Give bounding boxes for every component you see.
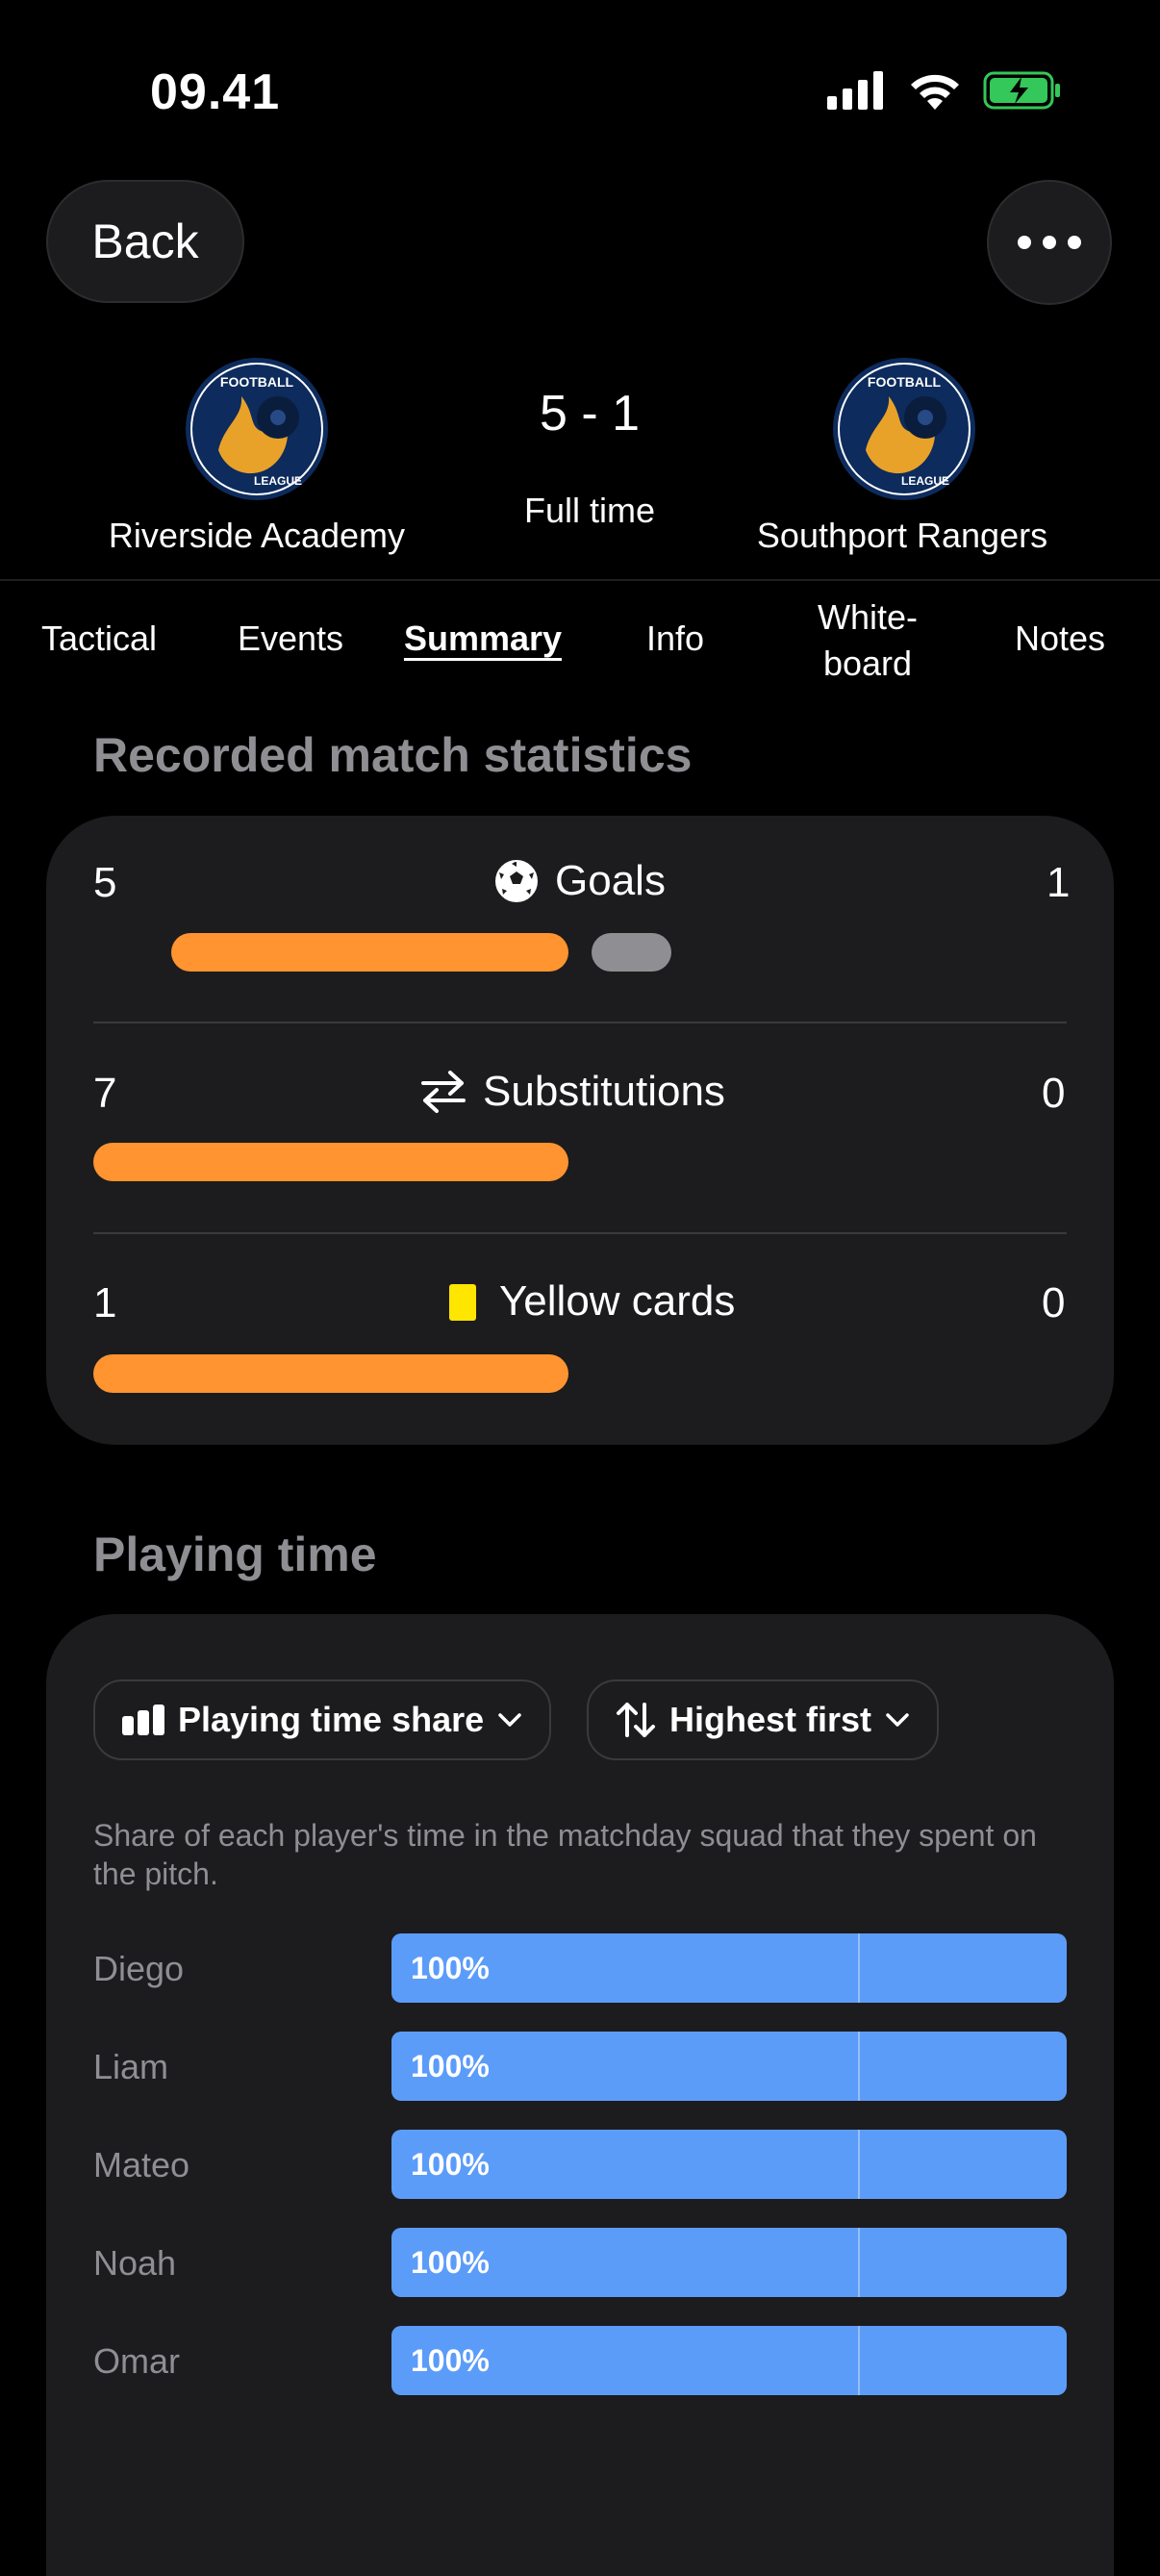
swap-arrows-icon <box>421 1071 466 1113</box>
goals-home-value: 5 <box>93 859 117 906</box>
tab-whiteboard[interactable]: White- board <box>771 594 964 687</box>
bar-reference-line <box>858 2130 860 2199</box>
home-team-name: Riverside Academy <box>108 516 406 555</box>
yellow-label: Yellow cards <box>436 1277 735 1326</box>
bar-reference-line <box>858 2326 860 2395</box>
back-button[interactable]: Back <box>46 180 244 303</box>
stats-section-title: Recorded match statistics <box>93 728 693 782</box>
tab-tactical[interactable]: Tactical <box>3 616 195 662</box>
goals-away-value: 1 <box>1047 859 1071 906</box>
header-divider <box>0 579 1160 581</box>
stats-divider <box>93 1022 1067 1023</box>
bar-reference-line <box>858 2032 860 2101</box>
logo-text: FOOTBALL <box>868 374 942 390</box>
player-time-value: 100% <box>411 2342 490 2378</box>
tab-info[interactable]: Info <box>579 616 771 662</box>
player-time-bar: 100% <box>391 2326 1067 2395</box>
player-time-value: 100% <box>411 2146 490 2182</box>
yellow-card-icon <box>449 1284 476 1321</box>
player-time-bar: 100% <box>391 2228 1067 2297</box>
more-dot-icon <box>1068 236 1081 249</box>
soccer-ball-icon <box>495 860 538 902</box>
goals-label: Goals <box>493 857 666 905</box>
player-name: Omar <box>93 2341 180 2381</box>
player-time-bar: 100% <box>391 2032 1067 2101</box>
goals-home-bar <box>171 933 568 972</box>
tab-whiteboard-line1: White- <box>817 597 918 637</box>
tab-events[interactable]: Events <box>194 616 387 662</box>
subs-away-value: 0 <box>1042 1070 1066 1117</box>
player-name: Diego <box>93 1949 185 1988</box>
yellow-home-bar <box>93 1354 568 1393</box>
chevron-down-icon <box>498 1713 521 1727</box>
wifi-icon <box>911 74 959 110</box>
playing-time-card: Playing time share Highest first Share o… <box>46 1614 1114 2576</box>
playing-time-description: Share of each player's time in the match… <box>93 1818 1037 1891</box>
player-name: Noah <box>93 2243 177 2283</box>
logo-text: LEAGUE <box>901 474 949 488</box>
match-status: Full time <box>523 491 656 530</box>
yellow-label-text: Yellow cards <box>499 1277 736 1325</box>
tab-summary[interactable]: Summary <box>387 616 579 662</box>
subs-label: Substitutions <box>419 1068 725 1116</box>
stats-card: 5 Goals 1 7 Substitutions 0 1 Yellow car… <box>46 816 1114 1445</box>
away-team-name: Southport Rangers <box>756 516 1048 555</box>
player-name: Mateo <box>93 2145 190 2185</box>
more-dot-icon <box>1043 236 1056 249</box>
sort-arrows-icon <box>617 1703 655 1737</box>
goals-away-bar <box>592 933 671 972</box>
signal-icon <box>827 71 883 110</box>
battery-charging-icon <box>983 71 1060 110</box>
player-time-value: 100% <box>411 2048 490 2084</box>
sort-order-label: Highest first <box>669 1700 872 1739</box>
status-icons <box>827 71 1062 110</box>
more-options-button[interactable] <box>987 180 1112 305</box>
bar-reference-line <box>858 2228 860 2297</box>
bar-chart-icon <box>122 1705 164 1735</box>
subs-home-bar <box>93 1143 568 1181</box>
player-time-bar: 100% <box>391 2130 1067 2199</box>
player-time-bar: 100% <box>391 1933 1067 2003</box>
bar-reference-line <box>858 1933 860 2003</box>
match-score: 5 - 1 <box>539 386 641 442</box>
tab-notes[interactable]: Notes <box>964 616 1156 662</box>
logo-text: LEAGUE <box>254 474 302 488</box>
playing-time-share-dropdown[interactable]: Playing time share <box>93 1679 552 1760</box>
tab-whiteboard-line2: board <box>822 644 913 683</box>
subs-label-text: Substitutions <box>483 1068 725 1115</box>
away-team-logo: FOOTBALL LEAGUE <box>833 358 975 500</box>
stats-divider <box>93 1232 1067 1234</box>
player-time-value: 100% <box>411 2244 490 2280</box>
more-dot-icon <box>1018 236 1031 249</box>
yellow-home-value: 1 <box>93 1279 117 1326</box>
sort-order-dropdown[interactable]: Highest first <box>587 1679 940 1760</box>
player-name: Liam <box>93 2047 169 2086</box>
status-time: 09.41 <box>150 64 281 120</box>
chevron-down-icon <box>886 1713 909 1727</box>
yellow-away-value: 0 <box>1042 1279 1066 1326</box>
playing-time-share-label: Playing time share <box>178 1700 485 1739</box>
player-time-value: 100% <box>411 1950 490 1985</box>
logo-text: FOOTBALL <box>220 374 294 390</box>
subs-home-value: 7 <box>93 1070 117 1117</box>
playing-time-title: Playing time <box>93 1528 377 1581</box>
goals-label-text: Goals <box>555 857 666 904</box>
home-team-logo: FOOTBALL LEAGUE <box>186 358 328 500</box>
